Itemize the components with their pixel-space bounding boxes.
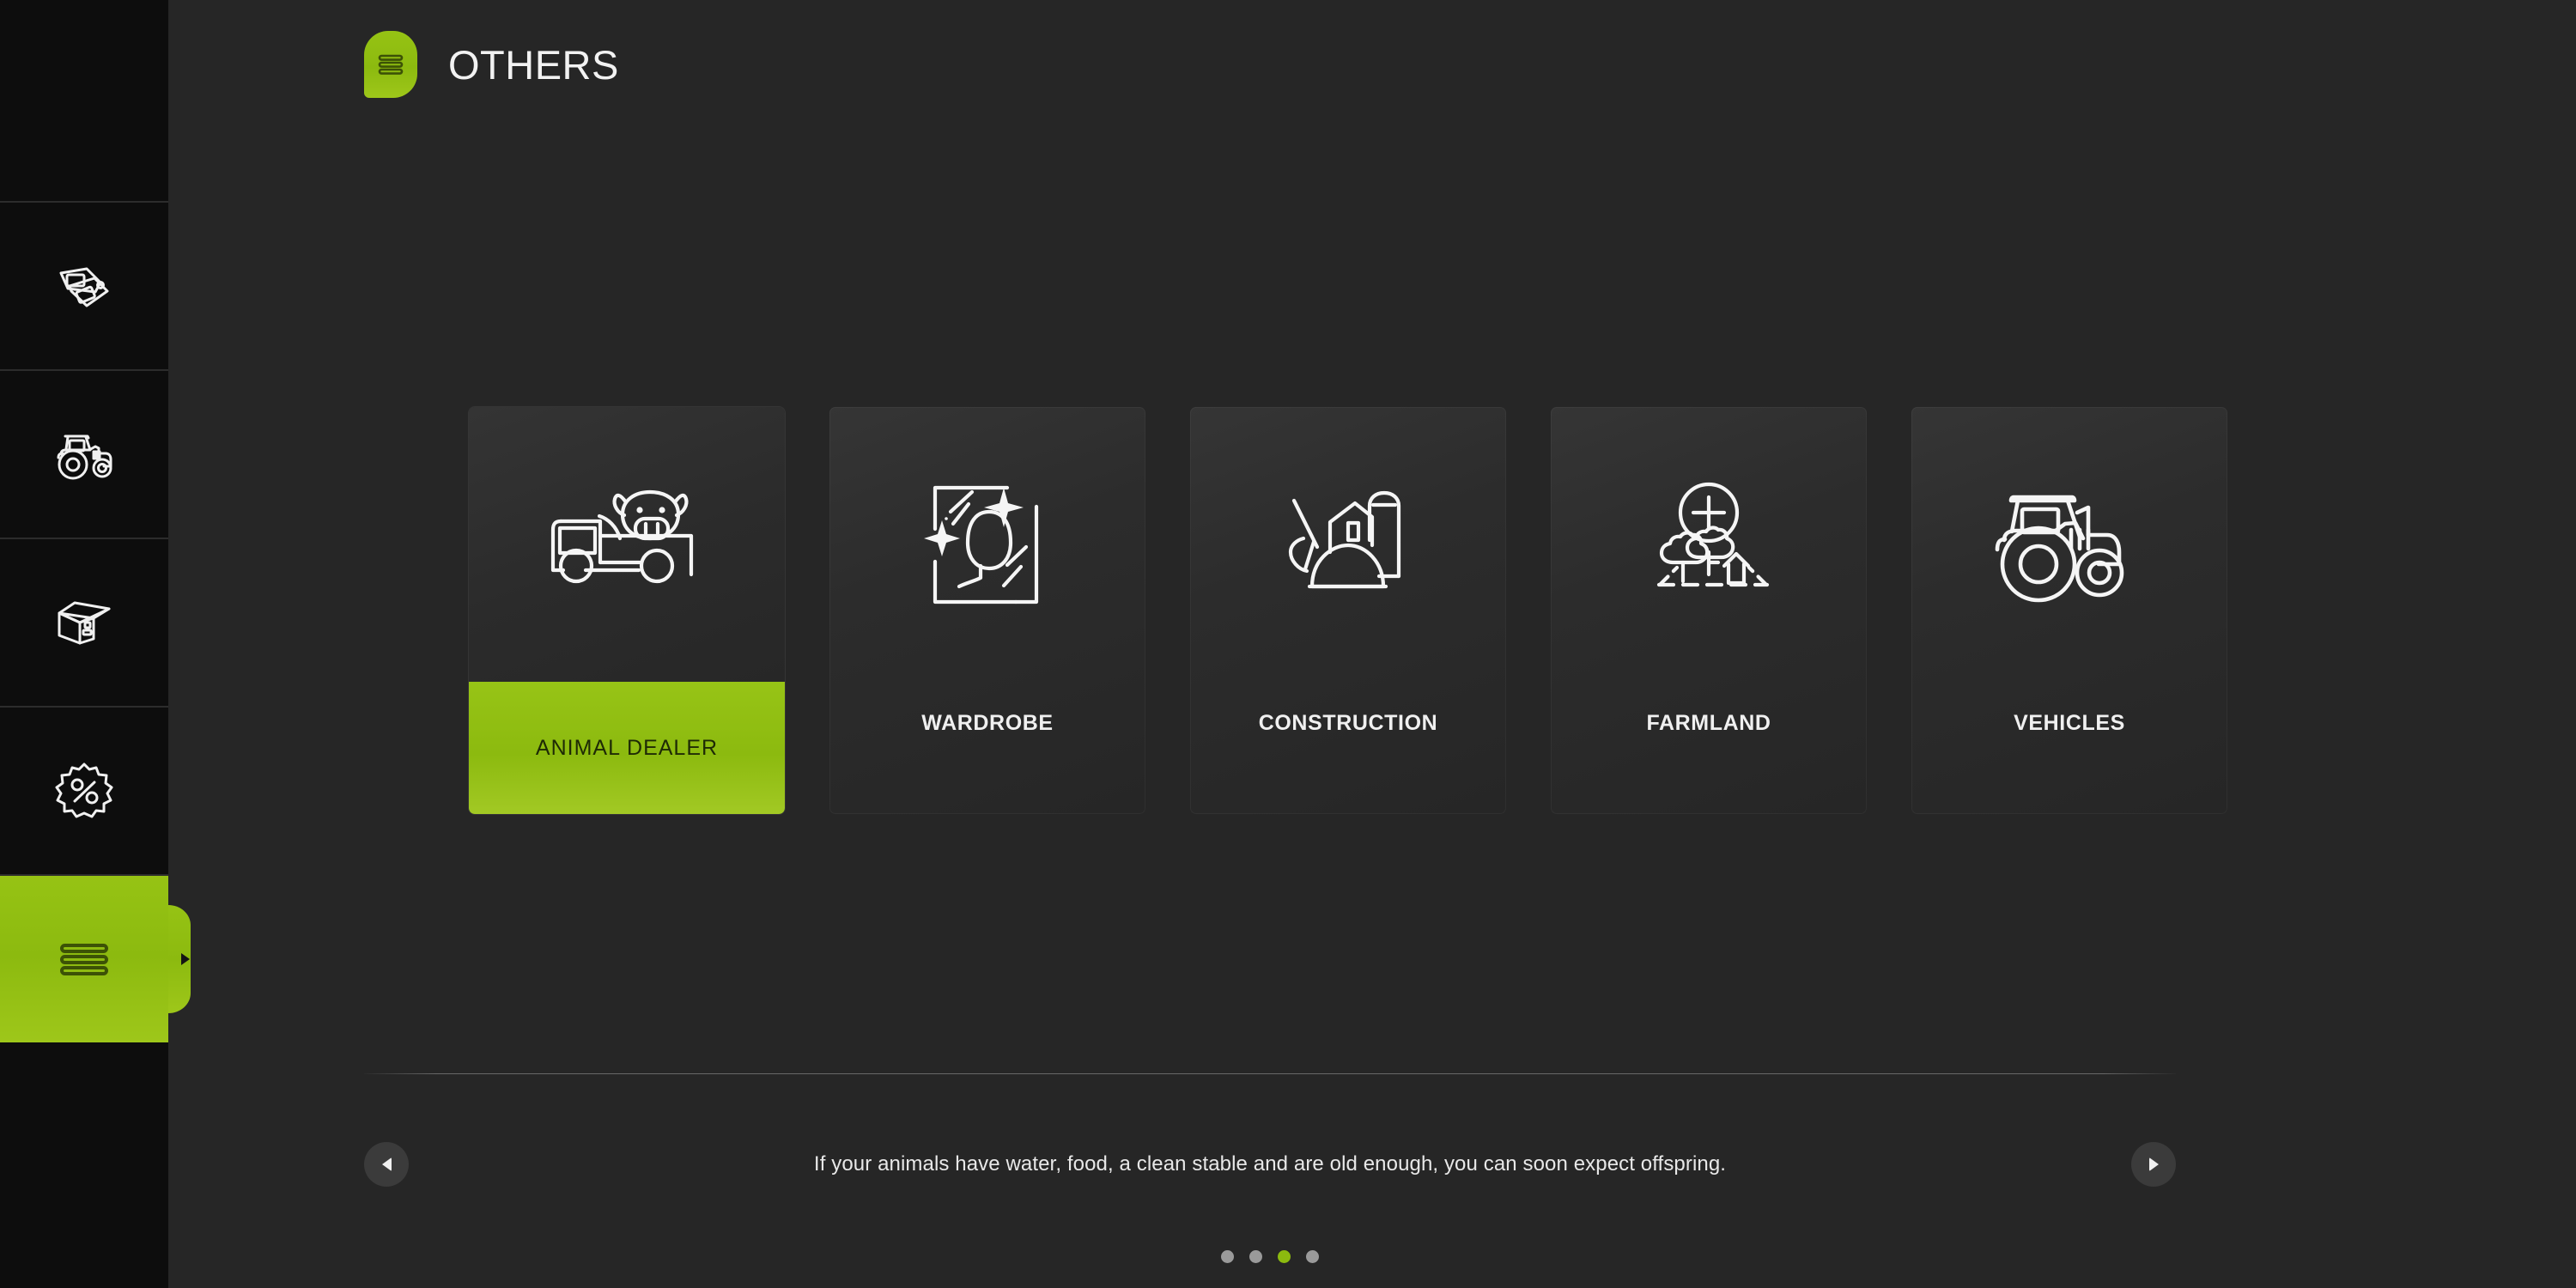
card-wardrobe[interactable]: WARDROBE <box>829 407 1145 814</box>
land-plus-trees-icon <box>1623 478 1795 611</box>
pagination-dot[interactable] <box>1306 1250 1319 1263</box>
tip-next-button[interactable] <box>2131 1142 2176 1187</box>
app-root: OTHERS ANIMAL DEALER WARDROBE CONSTRUCTI… <box>0 0 2576 1288</box>
card-label: ANIMAL DEALER <box>469 682 785 814</box>
card-label: CONSTRUCTION <box>1258 711 1438 735</box>
card-icon-wrap <box>829 407 1145 682</box>
menu-lines-icon <box>376 52 405 77</box>
tip-prev-button[interactable] <box>364 1142 409 1187</box>
card-vehicles[interactable]: VEHICLES <box>1911 407 2227 814</box>
tractor-icon <box>51 426 118 483</box>
pagination-dot[interactable] <box>1249 1250 1262 1263</box>
chevron-right-icon <box>181 953 190 965</box>
card-label: FARMLAND <box>1646 711 1771 735</box>
sidebar-logo-slot <box>0 0 168 203</box>
sidebar <box>0 0 191 1288</box>
category-card-grid: ANIMAL DEALER WARDROBE CONSTRUCTION FARM… <box>469 407 2227 814</box>
card-farmland[interactable]: FARMLAND <box>1551 407 1867 814</box>
barn-silo-shovel-icon <box>1262 480 1434 609</box>
tip-pagination-dots <box>364 1250 2176 1263</box>
page-header: OTHERS <box>364 31 619 98</box>
menu-lines-icon <box>58 938 111 981</box>
tip-carousel: If your animals have water, food, a clea… <box>364 1142 2176 1187</box>
tractor-icon <box>1984 478 2155 611</box>
sidebar-item-vehicles[interactable] <box>0 371 168 539</box>
card-label: WARDROBE <box>921 711 1054 735</box>
chevron-left-icon <box>381 1157 392 1171</box>
card-construction[interactable]: CONSTRUCTION <box>1190 407 1506 814</box>
card-icon-wrap <box>1190 407 1506 682</box>
card-animal-dealer[interactable]: ANIMAL DEALER <box>469 407 785 814</box>
sidebar-item-others[interactable] <box>0 876 191 1044</box>
main-content: OTHERS ANIMAL DEALER WARDROBE CONSTRUCTI… <box>168 0 2576 1288</box>
box-icon <box>52 594 116 651</box>
content-divider <box>364 1073 2176 1074</box>
tip-text: If your animals have water, food, a clea… <box>813 1152 1727 1176</box>
sidebar-item-production[interactable] <box>0 539 168 708</box>
mirror-person-icon <box>906 476 1069 613</box>
pagination-dot-active[interactable] <box>1278 1250 1291 1263</box>
card-icon-wrap <box>469 407 785 682</box>
card-icon-wrap <box>1911 407 2227 682</box>
card-icon-wrap <box>1551 407 1867 682</box>
sidebar-item-finances[interactable] <box>0 708 168 876</box>
discount-percent-icon <box>54 761 114 821</box>
price-tags-icon <box>52 254 116 318</box>
sidebar-item-prices[interactable] <box>0 203 168 371</box>
truck-pig-icon <box>541 480 713 609</box>
page-header-badge <box>364 31 417 98</box>
pagination-dot[interactable] <box>1221 1250 1234 1263</box>
card-label: VEHICLES <box>2014 711 2125 735</box>
chevron-right-icon <box>2148 1157 2159 1171</box>
page-title: OTHERS <box>448 41 619 88</box>
